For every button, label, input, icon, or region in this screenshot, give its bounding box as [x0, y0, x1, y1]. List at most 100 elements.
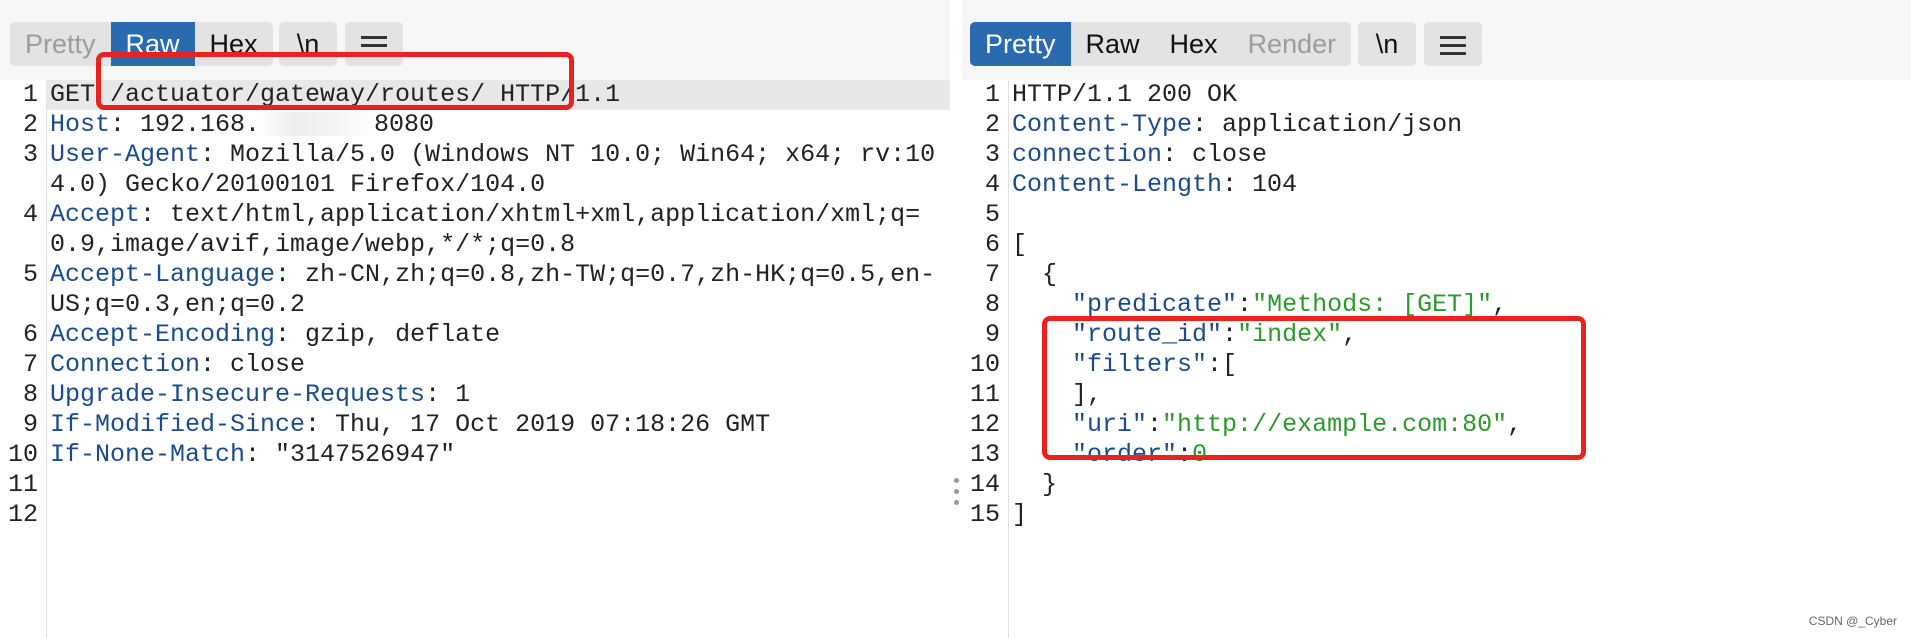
code-line: 14 } — [962, 470, 1911, 500]
code-text: HTTP/1.1 200 OK — [1012, 80, 1238, 109]
line-text: connection: close — [1008, 140, 1911, 170]
line-text: Accept-Encoding: gzip, deflate — [46, 320, 950, 350]
response-view-tabs: Pretty Raw Hex Render — [970, 22, 1352, 66]
tab-hex[interactable]: Hex — [1155, 22, 1233, 66]
code-line: 1 HTTP/1.1 200 OK — [962, 80, 1911, 110]
line-number: 1 — [22, 80, 38, 109]
code-text: : — [1237, 290, 1253, 319]
code-text: [ — [1012, 230, 1028, 259]
header-key: If-None-Match — [50, 440, 246, 469]
code-text: ] — [1012, 500, 1028, 529]
line-text: Accept-Language: zh-CN,zh;q=0.8,zh-TW;q=… — [46, 260, 950, 320]
line-number: 3 — [22, 140, 38, 169]
code-line: 5 Accept-Language: zh-CN,zh;q=0.8,zh-TW;q… — [0, 260, 950, 320]
line-number: 7 — [984, 260, 1000, 289]
line-number: 15 — [969, 500, 1000, 529]
line-number: 3 — [984, 140, 1000, 169]
line-number: 10 — [7, 440, 38, 469]
line-number: 8 — [984, 290, 1000, 319]
line-text: ] — [1008, 500, 1911, 530]
line-number: 12 — [7, 500, 38, 529]
line-text: User-Agent: Mozilla/5.0 (Windows NT 10.0… — [46, 140, 950, 200]
line-number: 12 — [969, 410, 1000, 439]
header-key: Accept-Language — [50, 260, 276, 289]
redacted-ip-blur — [260, 112, 375, 137]
code-text: : close — [1162, 140, 1268, 169]
code-line: 8 Upgrade-Insecure-Requests: 1 — [0, 380, 950, 410]
code-line: 12 — [0, 500, 950, 530]
response-code: 1 HTTP/1.1 200 OK 2 Content-Type: applicati… — [962, 80, 1911, 530]
watermark: CSDN @_Cyber — [1808, 614, 1897, 628]
line-number: 8 — [22, 380, 38, 409]
line-text: If-Modified-Since: Thu, 17 Oct 2019 07:1… — [46, 410, 950, 440]
code-text: : application/json — [1192, 110, 1463, 139]
line-number: 2 — [22, 110, 38, 139]
response-newline-toggle[interactable]: \n — [1358, 22, 1416, 66]
line-text: If-None-Match: "3147526947" — [46, 440, 950, 470]
header-key: "predicate" — [1072, 290, 1238, 319]
code-line: 4 Accept: text/html,application/xhtml+xml… — [0, 200, 950, 260]
pane-resize-handle[interactable] — [951, 478, 961, 514]
code-line: 6[ — [962, 230, 1911, 260]
code-line: 2 Host: 192.168. 8080 — [0, 110, 950, 140]
code-line: 3 User-Agent: Mozilla/5.0 (Windows NT 10.… — [0, 140, 950, 200]
code-line: 6 Accept-Encoding: gzip, deflate — [0, 320, 950, 350]
line-number: 4 — [984, 170, 1000, 199]
request-path-highlight-box — [96, 52, 574, 110]
line-number: 6 — [22, 320, 38, 349]
line-text: } — [1008, 470, 1911, 500]
line-number: 14 — [969, 470, 1000, 499]
code-line: 7 Connection: close — [0, 350, 950, 380]
code-text: } — [1012, 470, 1058, 499]
line-text: Connection: close — [46, 350, 950, 380]
line-text: Upgrade-Insecure-Requests: 1 — [46, 380, 950, 410]
code-text: : text/html,application/xhtml+xml,applic… — [50, 200, 921, 259]
line-text — [46, 500, 950, 530]
header-key: Accept-Encoding — [50, 320, 276, 349]
line-number: 9 — [22, 410, 38, 439]
code-line: 3 connection: close — [962, 140, 1911, 170]
code-line: 7 { — [962, 260, 1911, 290]
tab-pretty[interactable]: Pretty — [970, 22, 1071, 66]
line-text — [1008, 200, 1911, 230]
code-line: 10 If-None-Match: "3147526947" — [0, 440, 950, 470]
code-text: : 104 — [1222, 170, 1298, 199]
line-number: 10 — [969, 350, 1000, 379]
header-key: Content-Length — [1012, 170, 1223, 199]
line-number: 13 — [969, 440, 1000, 469]
line-number: 6 — [984, 230, 1000, 259]
response-menu-button[interactable] — [1424, 22, 1482, 66]
header-key: Upgrade-Insecure-Requests — [50, 380, 426, 409]
code-text: : gzip, deflate — [275, 320, 501, 349]
code-line: 4 Content-Length: 104 — [962, 170, 1911, 200]
line-number: 11 — [969, 380, 1000, 409]
line-number: 7 — [22, 350, 38, 379]
line-number: 2 — [984, 110, 1000, 139]
code-line: 11 — [0, 470, 950, 500]
request-editor[interactable]: 1 GET /actuator/gateway/routes/ HTTP/1.1 2… — [0, 80, 950, 638]
header-key: Accept — [50, 200, 141, 229]
code-line: 2 Content-Type: application/json — [962, 110, 1911, 140]
tab-raw[interactable]: Raw — [1071, 22, 1155, 66]
line-number: 5 — [984, 200, 1000, 229]
tab-render[interactable]: Render — [1233, 22, 1352, 66]
code-text: : 192.168. — [110, 110, 261, 139]
line-number: 1 — [984, 80, 1000, 109]
hamburger-menu-icon — [1440, 35, 1466, 56]
line-number: 4 — [22, 200, 38, 229]
line-number: 9 — [984, 320, 1000, 349]
code-text: { — [1012, 260, 1058, 289]
code-text: : 1 — [425, 380, 471, 409]
code-text: 8080 — [374, 110, 435, 139]
line-text — [46, 470, 950, 500]
line-number: 11 — [7, 470, 38, 499]
line-number: 5 — [22, 260, 38, 289]
json-value: "Methods: [GET]" — [1252, 290, 1493, 319]
line-text: Accept: text/html,application/xhtml+xml,… — [46, 200, 950, 260]
code-line: 9 If-Modified-Since: Thu, 17 Oct 2019 07:… — [0, 410, 950, 440]
code-line: 5 — [962, 200, 1911, 230]
header-key: Content-Type — [1012, 110, 1193, 139]
header-key: Connection — [50, 350, 201, 379]
line-text: Content-Type: application/json — [1008, 110, 1911, 140]
